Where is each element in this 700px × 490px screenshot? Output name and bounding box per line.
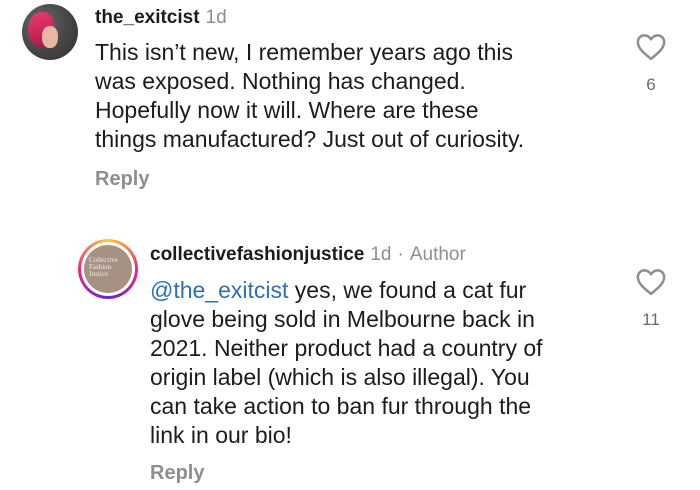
- like-count: 11: [642, 310, 660, 329]
- comment-line: link in our bio!: [150, 422, 292, 448]
- author-avatar[interactable]: Collective Fashion Justice: [78, 239, 138, 299]
- separator-dot: ·: [397, 244, 404, 265]
- mention-link[interactable]: @the_exitcist: [150, 277, 288, 303]
- comment-line: origin label (which is also illegal). Yo…: [150, 364, 530, 390]
- comment-line: can take action to ban fur through the: [150, 393, 532, 419]
- comment-collectivefashionjustice: Collective Fashion Justice collectivefas…: [0, 0, 700, 490]
- heart-icon[interactable]: [636, 268, 666, 296]
- comment-line: 2021. Neither product had a country of: [150, 335, 543, 361]
- logo-line: Justice: [89, 270, 109, 278]
- comment-line: @the_exitcist yes, we found a cat fur: [150, 276, 543, 305]
- comment-text: @the_exitcist yes, we found a cat fur gl…: [150, 276, 543, 450]
- comment-line-rest: yes, we found a cat fur: [288, 277, 527, 303]
- like-control: 11: [634, 268, 668, 330]
- comment-line: glove being sold in Melbourne back in: [150, 306, 535, 332]
- comment-header: collectivefashionjustice 1d · Author: [150, 244, 466, 266]
- comment-username[interactable]: collectivefashionjustice: [150, 244, 364, 265]
- reply-button[interactable]: Reply: [150, 462, 204, 484]
- comment-time: 1d: [370, 244, 392, 265]
- brand-logo: Collective Fashion Justice: [84, 245, 132, 293]
- author-badge: Author: [409, 244, 466, 265]
- brand-logo-text: Collective Fashion Justice: [89, 257, 129, 278]
